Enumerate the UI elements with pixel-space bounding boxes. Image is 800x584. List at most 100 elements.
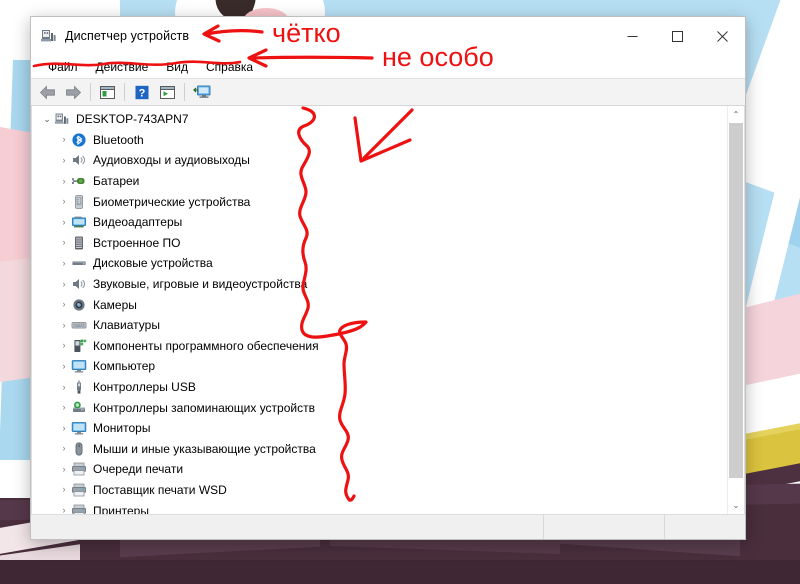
minimize-button[interactable] bbox=[610, 17, 655, 55]
chevron-right-icon[interactable]: › bbox=[57, 403, 71, 412]
chevron-right-icon[interactable]: › bbox=[57, 464, 71, 474]
chevron-right-icon[interactable]: › bbox=[57, 506, 71, 514]
tree-item[interactable]: › Мониторы bbox=[32, 418, 727, 439]
tree-item[interactable]: › Мыши и иные указывающие устройства bbox=[32, 439, 727, 460]
chevron-right-icon[interactable]: › bbox=[57, 423, 71, 433]
chevron-right-icon[interactable]: › bbox=[57, 176, 71, 186]
back-button[interactable] bbox=[35, 81, 60, 103]
menu-help[interactable]: Справка bbox=[197, 58, 262, 76]
toolbar-separator-2 bbox=[124, 83, 125, 101]
toolbar-separator-3 bbox=[184, 83, 185, 101]
tree-item[interactable]: › Контроллеры USB bbox=[32, 377, 727, 398]
tree-item[interactable]: › Камеры bbox=[32, 294, 727, 315]
chevron-right-icon[interactable]: › bbox=[57, 300, 71, 309]
monitor-icon bbox=[71, 420, 87, 436]
chevron-right-icon[interactable]: › bbox=[57, 279, 71, 289]
tree-item-label: Мониторы bbox=[93, 421, 151, 436]
chevron-right-icon[interactable]: › bbox=[57, 197, 71, 206]
tree-item-label: Дисковые устройства bbox=[93, 256, 213, 271]
printer-icon bbox=[71, 461, 87, 477]
software-component-icon bbox=[71, 338, 87, 354]
maximize-button[interactable] bbox=[655, 17, 700, 55]
bg-floor-shadow bbox=[0, 560, 800, 584]
toolbar-separator-1 bbox=[90, 83, 91, 101]
tree-item-label: Звуковые, игровые и видеоустройства bbox=[93, 277, 308, 292]
tree-item[interactable]: › Компьютер bbox=[32, 356, 727, 377]
title-bar[interactable]: Диспетчер устройств bbox=[31, 17, 745, 55]
chevron-right-icon[interactable]: › bbox=[57, 320, 71, 330]
scan-button[interactable] bbox=[155, 81, 180, 103]
svg-text:?: ? bbox=[138, 87, 145, 99]
menu-file[interactable]: Файл bbox=[39, 58, 87, 76]
scroll-down-button[interactable]: ⌄ bbox=[728, 497, 744, 514]
tree-item-label: Контроллеры запоминающих устройств bbox=[93, 400, 315, 415]
chevron-right-icon[interactable]: › bbox=[57, 217, 71, 227]
chevron-right-icon[interactable]: › bbox=[57, 258, 71, 268]
tree-item-list: › Bluetooth › Аудиовходы и аудиовыходы › Бата… bbox=[32, 130, 727, 514]
chevron-right-icon[interactable]: › bbox=[57, 361, 71, 371]
scroll-up-button[interactable]: ⌃ bbox=[728, 106, 744, 123]
printer-icon bbox=[71, 482, 87, 498]
window-controls bbox=[610, 17, 745, 55]
status-pane-2 bbox=[544, 515, 665, 539]
toolbar: ? bbox=[31, 78, 745, 106]
tree-item-label: Видеоадаптеры bbox=[93, 215, 183, 230]
tree-root-label: DESKTOP-743APN7 bbox=[76, 112, 189, 127]
tree-item[interactable]: › Батареи bbox=[32, 171, 727, 192]
chevron-down-icon[interactable]: ⌄ bbox=[40, 114, 54, 124]
disk-drive-icon bbox=[71, 255, 87, 271]
tree-item[interactable]: › Bluetooth bbox=[32, 130, 727, 151]
tree-item-label: Очереди печати bbox=[93, 462, 184, 477]
help-button[interactable]: ? bbox=[129, 81, 154, 103]
mouse-icon bbox=[71, 441, 87, 457]
tree-item-label: Аудиовходы и аудиовыходы bbox=[93, 153, 250, 168]
menu-action[interactable]: Действие bbox=[87, 58, 158, 76]
status-pane-3 bbox=[665, 515, 745, 539]
status-pane-1 bbox=[31, 515, 544, 539]
tree-item[interactable]: › Звуковые, игровые и видеоустройства bbox=[32, 274, 727, 295]
properties-button[interactable] bbox=[95, 81, 120, 103]
firmware-chip-icon bbox=[71, 235, 87, 251]
tree-item[interactable]: › Поставщик печати WSD bbox=[32, 480, 727, 501]
chevron-right-icon[interactable]: › bbox=[57, 444, 71, 453]
tree-item-label: Камеры bbox=[93, 297, 137, 312]
tree-item-label: Принтеры bbox=[93, 503, 149, 514]
chevron-right-icon[interactable]: › bbox=[57, 382, 71, 392]
menu-view[interactable]: Вид bbox=[157, 58, 197, 76]
usb-icon bbox=[71, 379, 87, 395]
tree-item-label: Компоненты программного обеспечения bbox=[93, 338, 319, 353]
scan-hardware-changes-button[interactable] bbox=[189, 81, 214, 103]
tree-item[interactable]: › Дисковые устройства bbox=[32, 253, 727, 274]
tree-item-label: Биометрические устройства bbox=[93, 194, 251, 209]
tree-item[interactable]: › Клавиатуры bbox=[32, 315, 727, 336]
forward-button[interactable] bbox=[61, 81, 86, 103]
tree-item[interactable]: › Встроенное ПО bbox=[32, 233, 727, 254]
storage-controller-icon bbox=[71, 400, 87, 416]
chevron-right-icon[interactable]: › bbox=[57, 135, 71, 144]
scrollbar-thumb[interactable] bbox=[729, 123, 743, 478]
bluetooth-icon bbox=[71, 132, 87, 148]
close-button[interactable] bbox=[700, 17, 745, 55]
tree-item-label: Мыши и иные указывающие устройства bbox=[93, 441, 316, 456]
chevron-right-icon[interactable]: › bbox=[57, 155, 71, 165]
tree-item[interactable]: › Очереди печати bbox=[32, 459, 727, 480]
tree-item[interactable]: › Видеоадаптеры bbox=[32, 212, 727, 233]
tree-item[interactable]: › Контроллеры запоминающих устройств bbox=[32, 397, 727, 418]
tree-root-item[interactable]: ⌄ DESKTOP-743APN7 bbox=[32, 109, 727, 130]
tree-item[interactable]: › Биометрические устройства bbox=[32, 191, 727, 212]
scrollbar-track[interactable] bbox=[728, 123, 744, 497]
monitor-icon bbox=[71, 358, 87, 374]
vertical-scrollbar[interactable]: ⌃ ⌄ bbox=[727, 106, 744, 514]
chevron-right-icon[interactable]: › bbox=[57, 485, 71, 494]
device-tree[interactable]: ⌄ DESKTOP-743APN7 › Bluetooth › Аудиовходы … bbox=[32, 106, 727, 514]
computer-icon bbox=[54, 111, 70, 127]
camera-icon bbox=[71, 297, 87, 313]
chevron-right-icon[interactable]: › bbox=[57, 238, 71, 247]
chevron-right-icon[interactable]: › bbox=[57, 341, 71, 350]
battery-icon bbox=[71, 173, 87, 189]
tree-item[interactable]: › Аудиовходы и аудиовыходы bbox=[32, 150, 727, 171]
tree-item-label: Встроенное ПО bbox=[93, 235, 181, 250]
tree-item[interactable]: › Компоненты программного обеспечения bbox=[32, 336, 727, 357]
tree-item[interactable]: › Принтеры bbox=[32, 500, 727, 514]
tree-item-label: Bluetooth bbox=[93, 132, 144, 147]
